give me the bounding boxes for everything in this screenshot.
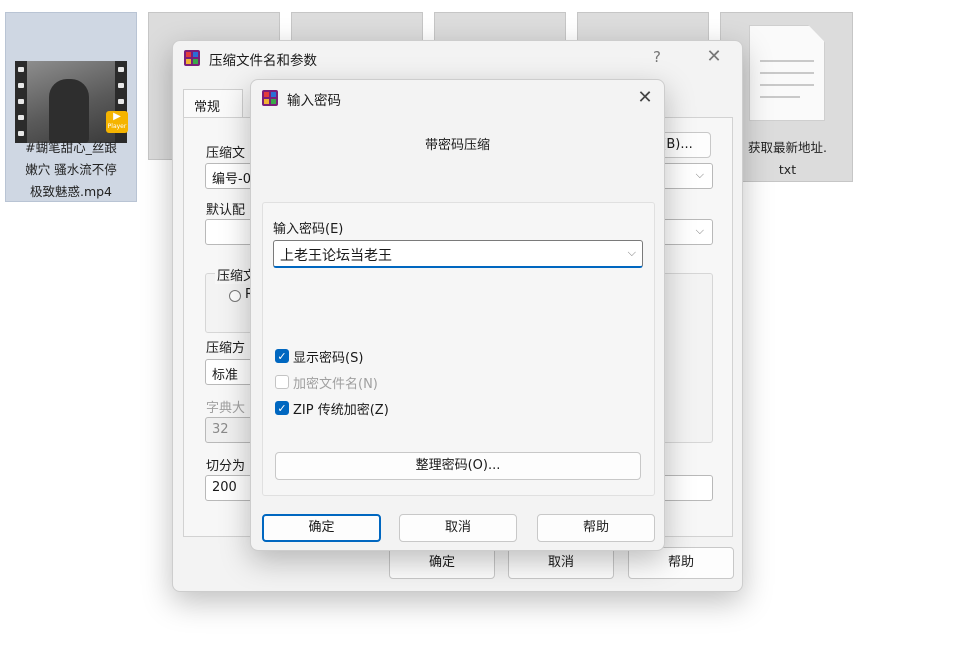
chevron-down-icon: ⌵ [695,224,704,237]
video-file-name: #蝴笔甜心_丝跟 嫩穴 骚水流不停 极致魅惑.mp4 [25,140,117,199]
doc-line [760,84,814,86]
password-label: 输入密码(E) [273,222,344,237]
winrar-icon [261,89,279,107]
film-hole [118,99,124,104]
archive-name-label: 压缩文 [206,146,246,161]
profile-label: 默认配 [206,203,246,218]
film-hole [18,83,24,88]
tab-general[interactable]: 常规 [183,89,243,119]
film-hole [18,67,24,72]
password-heading: 带密码压缩 [424,138,490,153]
zip-legacy-encryption-checkbox[interactable]: ✓ [275,401,289,415]
show-password-label: 显示密码(S) [293,351,364,366]
zip-legacy-encryption-label: ZIP 传统加密(Z) [293,403,389,418]
doc-line [760,96,800,98]
organize-passwords-button[interactable]: 整理密码(O)... [275,452,641,480]
chevron-down-icon[interactable]: ⌵ [628,246,636,260]
password-dialog-title: 输入密码 [287,93,341,109]
archive-help-button[interactable]: 帮助 [628,547,734,579]
film-hole [18,115,24,120]
film-hole [118,67,124,72]
password-ok-button[interactable]: 确定 [262,514,381,542]
archive-cancel-button[interactable]: 取消 [508,547,614,579]
dictionary-size-label: 字典大 [206,401,246,416]
text-document-icon [749,25,825,121]
video-frame-figure [49,79,89,143]
help-icon[interactable]: ? [647,47,667,67]
video-file-item[interactable]: ▶ Player #蝴笔甜心_丝跟 嫩穴 骚水流不停 极致魅惑.mp4 [5,12,137,202]
password-help-button[interactable]: 帮助 [537,514,655,542]
chevron-down-icon: ⌵ [695,168,704,181]
film-hole [18,131,24,136]
password-dialog: 输入密码 ✕ 带密码压缩 输入密码(E) 上老王论坛当老王 ⌵ ✓ 显示密码(S… [250,79,665,551]
doc-line [760,72,814,74]
password-cancel-button[interactable]: 取消 [399,514,517,542]
player-badge-icon: ▶ Player [106,111,128,133]
film-hole [118,83,124,88]
dialog-title: 压缩文件名和参数 [209,53,317,69]
film-hole [18,99,24,104]
format-radio[interactable] [229,290,241,302]
encrypt-filenames-checkbox [275,375,289,389]
compression-method-label: 压缩方 [206,341,246,356]
winrar-icon [183,49,201,67]
password-input[interactable]: 上老王论坛当老王 ⌵ [273,240,643,268]
doc-line [760,60,814,62]
split-volumes-label: 切分为 [206,459,246,474]
show-password-checkbox[interactable]: ✓ [275,349,289,363]
encrypt-filenames-label: 加密文件名(N) [293,377,378,392]
close-icon[interactable]: ✕ [704,47,724,67]
close-icon[interactable]: ✕ [635,88,655,108]
archive-ok-button[interactable]: 确定 [389,547,495,579]
password-value: 上老王论坛当老王 [280,248,392,264]
